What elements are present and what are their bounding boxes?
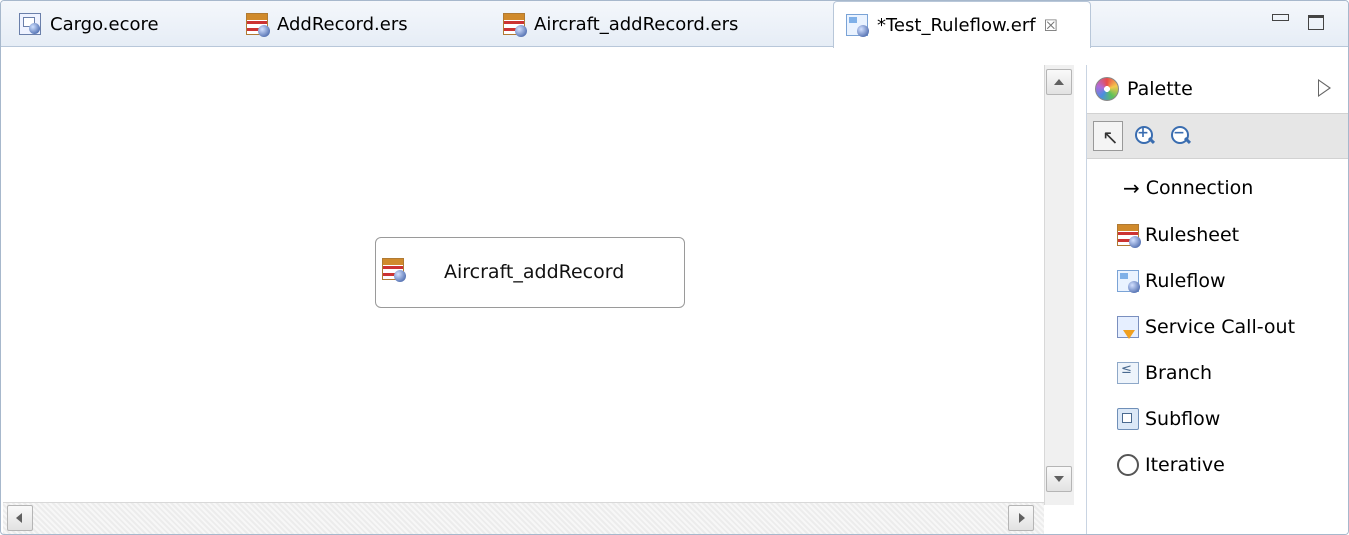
- palette-item-label: Rulesheet: [1145, 224, 1240, 246]
- palette-item-service-callout[interactable]: Service Call-out: [1117, 311, 1295, 343]
- tab-label: AddRecord.ers: [277, 13, 408, 35]
- tab-label: *Test_Ruleflow.erf: [877, 14, 1036, 36]
- zoom-out-tool[interactable]: −: [1165, 121, 1195, 151]
- palette-item-label: Connection: [1145, 177, 1254, 199]
- tab-cargo-ecore[interactable]: Cargo.ecore: [19, 1, 159, 47]
- window-controls: [1272, 11, 1324, 30]
- rulesheet-node[interactable]: Aircraft_addRecord: [375, 237, 685, 308]
- palette-item-label: Subflow: [1145, 408, 1221, 430]
- service-callout-icon: [1117, 316, 1139, 339]
- scroll-down-button[interactable]: [1046, 466, 1072, 492]
- cursor-arrow-icon: ↖: [1102, 125, 1119, 149]
- palette-item-connection[interactable]: → Connection: [1113, 172, 1253, 204]
- palette-item-ruleflow[interactable]: Ruleflow: [1117, 265, 1226, 297]
- palette-toolbar: ↖ + −: [1087, 113, 1348, 159]
- palette-item-branch[interactable]: Branch: [1117, 357, 1212, 389]
- palette-header: Palette: [1087, 65, 1348, 113]
- palette-item-subflow[interactable]: Subflow: [1117, 403, 1220, 435]
- rulesheet-icon: [246, 13, 270, 37]
- branch-icon: [1117, 362, 1139, 384]
- scroll-right-button[interactable]: [1008, 505, 1034, 531]
- tab-addrecord-ers[interactable]: AddRecord.ers: [246, 1, 408, 47]
- palette-icon: [1095, 77, 1119, 101]
- tab-label: Aircraft_addRecord.ers: [534, 13, 739, 35]
- editor-window: Cargo.ecore AddRecord.ers Aircraft_addRe…: [0, 0, 1349, 535]
- close-tab-icon[interactable]: ☒: [1044, 16, 1058, 35]
- rulesheet-icon: [503, 13, 527, 37]
- minimize-icon[interactable]: [1272, 11, 1289, 27]
- rulesheet-icon: [382, 258, 406, 282]
- tab-test-ruleflow-erf[interactable]: *Test_Ruleflow.erf ☒: [833, 1, 1091, 48]
- vertical-scrollbar[interactable]: [1044, 65, 1074, 505]
- arrow-right-icon: →: [1123, 176, 1140, 200]
- palette-item-label: Iterative: [1145, 454, 1225, 476]
- collapse-palette-icon[interactable]: [1318, 79, 1331, 97]
- iterative-icon: [1117, 454, 1139, 476]
- zoom-in-icon: +: [1137, 125, 1149, 141]
- tab-label: Cargo.ecore: [50, 13, 159, 35]
- palette-title: Palette: [1127, 78, 1193, 100]
- zoom-out-icon: −: [1173, 125, 1185, 141]
- palette-item-label: Service Call-out: [1145, 316, 1296, 338]
- palette-item-iterative[interactable]: Iterative: [1117, 449, 1225, 481]
- zoom-in-tool[interactable]: +: [1129, 121, 1159, 151]
- maximize-icon[interactable]: [1308, 15, 1324, 30]
- ecore-icon: [19, 13, 41, 35]
- subflow-icon: [1117, 408, 1139, 430]
- node-label: Aircraft_addRecord: [444, 261, 625, 283]
- ruleflow-icon: [846, 14, 869, 37]
- scroll-up-button[interactable]: [1046, 69, 1072, 95]
- palette-item-label: Ruleflow: [1145, 270, 1226, 292]
- select-tool[interactable]: ↖: [1093, 121, 1123, 151]
- scroll-left-button[interactable]: [7, 505, 33, 531]
- palette-panel: Palette ↖ + − → Connection Rulesheet Rul…: [1086, 65, 1348, 534]
- editor-tab-bar: Cargo.ecore AddRecord.ers Aircraft_addRe…: [1, 1, 1348, 48]
- palette-item-label: Branch: [1145, 362, 1213, 384]
- palette-item-rulesheet[interactable]: Rulesheet: [1117, 219, 1239, 251]
- tab-aircraft-addrecord-ers[interactable]: Aircraft_addRecord.ers: [503, 1, 738, 47]
- rulesheet-icon: [1117, 224, 1141, 248]
- horizontal-scrollbar[interactable]: [3, 502, 1044, 534]
- ruleflow-icon: [1117, 270, 1140, 293]
